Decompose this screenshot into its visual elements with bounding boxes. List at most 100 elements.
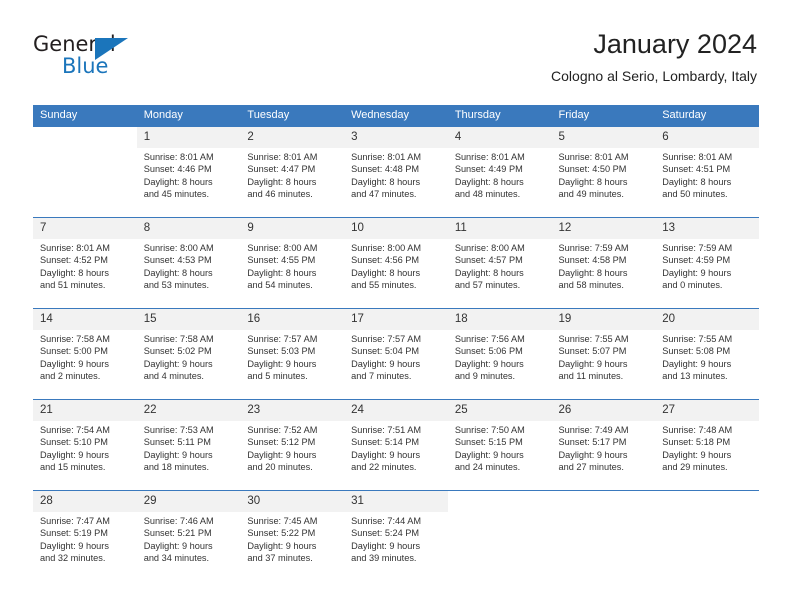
- calendar-day-cell[interactable]: 5 Sunrise: 8:01 AM Sunset: 4:50 PM Daylight…: [551, 127, 656, 218]
- calendar-day-cell[interactable]: 1 Sunrise: 8:01 AM Sunset: 4:46 PM Daylight…: [136, 127, 241, 218]
- daylight-text-line2: and 34 minutes.: [143, 553, 210, 564]
- day-number: 29: [136, 491, 241, 512]
- sunrise-text: Sunrise: 8:01 AM: [143, 152, 214, 162]
- logo-text-blue: Blue: [62, 54, 109, 78]
- day-details: Sunrise: 7:55 AM Sunset: 5:07 PM Daylight:…: [552, 330, 656, 383]
- calendar-day-cell[interactable]: 18 Sunrise: 7:56 AM Sunset: 5:06 PM Dayligh…: [447, 308, 552, 400]
- daylight-text-line1: Daylight: 8 hours: [351, 176, 421, 187]
- day-details: Sunrise: 8:00 AM Sunset: 4:57 PM Daylight:…: [448, 239, 552, 292]
- calendar-day-cell[interactable]: 24 Sunrise: 7:51 AM Sunset: 5:14 PM Dayligh…: [344, 399, 448, 491]
- day-number: 30: [240, 491, 345, 512]
- sunrise-text: Sunrise: 8:01 AM: [558, 152, 629, 162]
- sunset-text: Sunset: 5:07 PM: [558, 346, 627, 357]
- sunset-text: Sunset: 4:56 PM: [351, 255, 420, 266]
- daylight-text-line2: and 48 minutes.: [454, 189, 521, 200]
- daylight-text-line2: and 49 minutes.: [558, 189, 624, 200]
- calendar-page: General Blue January 2024 Cologno al Ser…: [0, 0, 792, 612]
- sunset-text: Sunset: 5:24 PM: [351, 528, 420, 539]
- day-number: 11: [447, 218, 552, 239]
- sunset-text: Sunset: 4:50 PM: [558, 164, 627, 175]
- calendar-cell-empty: [33, 127, 137, 218]
- day-details: Sunrise: 8:01 AM Sunset: 4:50 PM Daylight:…: [552, 148, 656, 201]
- sunrise-text: Sunrise: 7:57 AM: [247, 334, 318, 344]
- daylight-text-line1: Daylight: 9 hours: [351, 449, 421, 460]
- calendar-day-cell[interactable]: 23 Sunrise: 7:52 AM Sunset: 5:12 PM Dayligh…: [240, 399, 345, 491]
- daylight-text-line2: and 24 minutes.: [454, 462, 521, 473]
- calendar-day-cell[interactable]: 8 Sunrise: 8:00 AM Sunset: 4:53 PM Daylight…: [136, 217, 241, 309]
- daylight-text-line1: Daylight: 9 hours: [247, 449, 317, 460]
- calendar-day-cell[interactable]: 31 Sunrise: 7:44 AM Sunset: 5:24 PM Dayligh…: [344, 490, 448, 581]
- calendar-day-cell[interactable]: 7 Sunrise: 8:01 AM Sunset: 4:52 PM Daylight…: [33, 217, 137, 309]
- daylight-text-line1: Daylight: 8 hours: [351, 267, 421, 278]
- day-details: Sunrise: 8:01 AM Sunset: 4:52 PM Daylight:…: [33, 239, 137, 292]
- calendar-day-cell[interactable]: 2 Sunrise: 8:01 AM Sunset: 4:47 PM Daylight…: [240, 127, 345, 218]
- daylight-text-line1: Daylight: 9 hours: [143, 540, 213, 551]
- general-blue-logo[interactable]: General Blue: [33, 33, 163, 81]
- calendar-day-cell[interactable]: 28 Sunrise: 7:47 AM Sunset: 5:19 PM Dayligh…: [33, 490, 137, 581]
- day-details: Sunrise: 8:01 AM Sunset: 4:47 PM Daylight:…: [240, 148, 344, 201]
- calendar-day-cell[interactable]: 15 Sunrise: 7:58 AM Sunset: 5:02 PM Dayligh…: [136, 308, 241, 400]
- calendar-day-cell[interactable]: 6 Sunrise: 8:01 AM Sunset: 4:51 PM Daylight…: [655, 127, 759, 218]
- day-number: 17: [344, 309, 448, 330]
- sunrise-text: Sunrise: 7:59 AM: [662, 243, 733, 253]
- weekday-header-saturday: Saturday: [655, 105, 759, 127]
- calendar-day-cell[interactable]: 30 Sunrise: 7:45 AM Sunset: 5:22 PM Dayligh…: [240, 490, 345, 581]
- day-details: Sunrise: 7:57 AM Sunset: 5:03 PM Daylight:…: [240, 330, 344, 383]
- calendar-day-cell[interactable]: 3 Sunrise: 8:01 AM Sunset: 4:48 PM Daylight…: [344, 127, 448, 218]
- sunset-text: Sunset: 4:47 PM: [247, 164, 316, 175]
- calendar-day-cell[interactable]: 13 Sunrise: 7:59 AM Sunset: 4:59 PM Dayligh…: [655, 217, 759, 309]
- daylight-text-line2: and 51 minutes.: [40, 280, 106, 291]
- day-number: 13: [655, 218, 759, 239]
- day-details: Sunrise: 7:57 AM Sunset: 5:04 PM Daylight:…: [344, 330, 448, 383]
- calendar-day-cell[interactable]: 25 Sunrise: 7:50 AM Sunset: 5:15 PM Dayligh…: [447, 399, 552, 491]
- calendar-day-cell[interactable]: 16 Sunrise: 7:57 AM Sunset: 5:03 PM Dayligh…: [240, 308, 345, 400]
- daylight-text-line2: and 29 minutes.: [662, 462, 728, 473]
- daylight-text-line2: and 50 minutes.: [662, 189, 728, 200]
- calendar-day-cell[interactable]: 17 Sunrise: 7:57 AM Sunset: 5:04 PM Dayligh…: [344, 308, 448, 400]
- daylight-text-line2: and 53 minutes.: [143, 280, 210, 291]
- day-details: Sunrise: 8:01 AM Sunset: 4:51 PM Daylight:…: [655, 148, 759, 201]
- calendar-header-row: Sunday Monday Tuesday Wednesday Thursday…: [33, 105, 759, 127]
- calendar-day-cell[interactable]: 22 Sunrise: 7:53 AM Sunset: 5:11 PM Dayligh…: [136, 399, 241, 491]
- sunset-text: Sunset: 5:10 PM: [40, 437, 108, 448]
- calendar-day-cell[interactable]: 11 Sunrise: 8:00 AM Sunset: 4:57 PM Dayligh…: [447, 217, 552, 309]
- calendar-day-cell[interactable]: 12 Sunrise: 7:59 AM Sunset: 4:58 PM Dayligh…: [551, 217, 656, 309]
- day-details: Sunrise: 7:58 AM Sunset: 5:00 PM Daylight:…: [33, 330, 137, 383]
- sunrise-text: Sunrise: 8:00 AM: [247, 243, 318, 253]
- day-number: 3: [344, 127, 448, 148]
- sunrise-text: Sunrise: 8:01 AM: [247, 152, 318, 162]
- calendar-week-row: 28 Sunrise: 7:47 AM Sunset: 5:19 PM Dayligh…: [33, 490, 759, 581]
- calendar-day-cell[interactable]: 10 Sunrise: 8:00 AM Sunset: 4:56 PM Dayligh…: [344, 217, 448, 309]
- calendar-day-cell[interactable]: 9 Sunrise: 8:00 AM Sunset: 4:55 PM Daylight…: [240, 217, 345, 309]
- sunset-text: Sunset: 4:51 PM: [662, 164, 731, 175]
- daylight-text-line2: and 22 minutes.: [351, 462, 417, 473]
- calendar-day-cell[interactable]: 19 Sunrise: 7:55 AM Sunset: 5:07 PM Dayligh…: [551, 308, 656, 400]
- daylight-text-line1: Daylight: 9 hours: [558, 449, 628, 460]
- sunset-text: Sunset: 4:58 PM: [558, 255, 627, 266]
- daylight-text-line1: Daylight: 8 hours: [143, 176, 213, 187]
- calendar-day-cell[interactable]: 21 Sunrise: 7:54 AM Sunset: 5:10 PM Dayligh…: [33, 399, 137, 491]
- day-details: Sunrise: 8:00 AM Sunset: 4:55 PM Daylight:…: [240, 239, 344, 292]
- sunset-text: Sunset: 4:55 PM: [247, 255, 316, 266]
- sunrise-text: Sunrise: 7:58 AM: [40, 334, 110, 344]
- daylight-text-line2: and 2 minutes.: [40, 371, 101, 382]
- daylight-text-line2: and 45 minutes.: [143, 189, 210, 200]
- daylight-text-line2: and 18 minutes.: [143, 462, 210, 473]
- daylight-text-line1: Daylight: 8 hours: [454, 176, 524, 187]
- daylight-text-line1: Daylight: 9 hours: [558, 358, 628, 369]
- calendar-week-row: 1 Sunrise: 8:01 AM Sunset: 4:46 PM Daylight…: [33, 127, 759, 218]
- calendar-day-cell[interactable]: 29 Sunrise: 7:46 AM Sunset: 5:21 PM Dayligh…: [136, 490, 241, 581]
- calendar-day-cell[interactable]: 4 Sunrise: 8:01 AM Sunset: 4:49 PM Daylight…: [447, 127, 552, 218]
- day-details: Sunrise: 7:49 AM Sunset: 5:17 PM Daylight:…: [552, 421, 656, 474]
- calendar-day-cell[interactable]: 20 Sunrise: 7:55 AM Sunset: 5:08 PM Dayligh…: [655, 308, 759, 400]
- sunrise-text: Sunrise: 8:01 AM: [662, 152, 733, 162]
- calendar-day-cell[interactable]: 27 Sunrise: 7:48 AM Sunset: 5:18 PM Dayligh…: [655, 399, 759, 491]
- sunrise-text: Sunrise: 7:55 AM: [558, 334, 629, 344]
- sunset-text: Sunset: 5:11 PM: [143, 437, 211, 448]
- daylight-text-line2: and 39 minutes.: [351, 553, 417, 564]
- page-title: January 2024: [593, 29, 757, 59]
- day-details: Sunrise: 7:58 AM Sunset: 5:02 PM Daylight:…: [137, 330, 241, 383]
- day-number: [447, 491, 552, 512]
- calendar-day-cell[interactable]: 26 Sunrise: 7:49 AM Sunset: 5:17 PM Dayligh…: [551, 399, 656, 491]
- calendar-day-cell[interactable]: 14 Sunrise: 7:58 AM Sunset: 5:00 PM Dayligh…: [33, 308, 137, 400]
